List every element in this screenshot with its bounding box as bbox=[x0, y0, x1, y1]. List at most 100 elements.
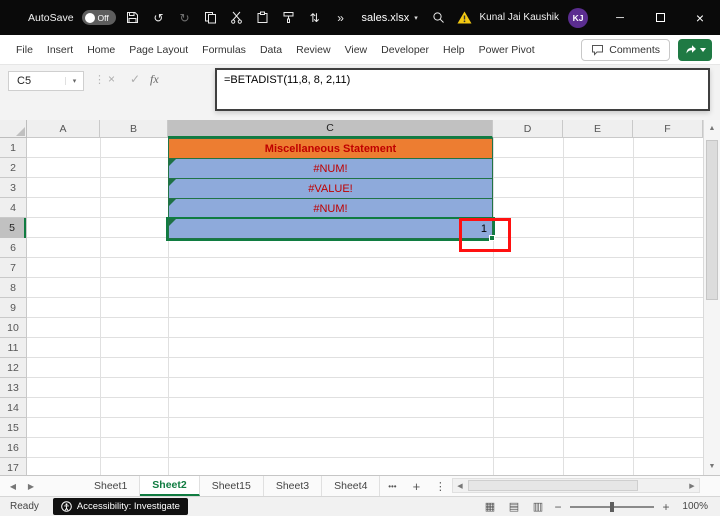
zoom-slider[interactable] bbox=[570, 501, 654, 512]
vertical-scrollbar-thumb[interactable] bbox=[706, 140, 718, 300]
excel-window: AutoSave Off ↺ ↻ ⇅ » sales.xlsx ▾ Kunal … bbox=[0, 0, 720, 516]
zoom-in-icon[interactable]: + bbox=[658, 500, 674, 514]
normal-view-icon[interactable]: ▦ bbox=[478, 500, 502, 513]
gridline-col-F bbox=[633, 138, 634, 475]
scroll-left-button[interactable]: ◀ bbox=[453, 479, 467, 492]
name-box[interactable]: C5 ▾ bbox=[8, 71, 84, 91]
zoom-out-icon[interactable]: − bbox=[550, 500, 566, 514]
enter-icon[interactable]: ✓ bbox=[130, 72, 140, 86]
scroll-up-button[interactable]: ▲ bbox=[704, 120, 720, 137]
row-header-8[interactable]: 8 bbox=[0, 278, 26, 298]
row-header-5[interactable]: 5 bbox=[0, 218, 26, 238]
row-header-6[interactable]: 6 bbox=[0, 238, 26, 258]
row-header-11[interactable]: 11 bbox=[0, 338, 26, 358]
more-sheets-icon[interactable]: ••• bbox=[380, 482, 404, 491]
horizontal-scrollbar-thumb[interactable] bbox=[468, 480, 638, 491]
tab-page-layout[interactable]: Page Layout bbox=[129, 44, 188, 56]
row-header-9[interactable]: 9 bbox=[0, 298, 26, 318]
zoom-level-label[interactable]: 100% bbox=[674, 501, 720, 512]
row-header-15[interactable]: 15 bbox=[0, 418, 26, 438]
tab-file[interactable]: File bbox=[16, 44, 33, 56]
page-layout-view-icon[interactable]: ▤ bbox=[502, 500, 526, 513]
row-header-17[interactable]: 17 bbox=[0, 458, 26, 475]
tab-home[interactable]: Home bbox=[87, 44, 115, 56]
row-header-13[interactable]: 13 bbox=[0, 378, 26, 398]
document-title[interactable]: sales.xlsx bbox=[362, 12, 410, 24]
vertical-scrollbar[interactable]: ▲ ▼ bbox=[703, 120, 720, 475]
sheet-tab-sheet3[interactable]: Sheet3 bbox=[264, 476, 323, 496]
cell-C2[interactable]: #NUM! bbox=[168, 158, 493, 179]
page-break-view-icon[interactable]: ▥ bbox=[526, 500, 550, 513]
column-header-E[interactable]: E bbox=[563, 120, 633, 138]
cells-area[interactable]: Miscellaneous Statement #NUM! #VALUE! #N… bbox=[27, 138, 703, 475]
insert-function-icon[interactable]: fx bbox=[150, 72, 159, 87]
row-header-10[interactable]: 10 bbox=[0, 318, 26, 338]
share-button[interactable] bbox=[678, 38, 712, 61]
select-all-corner[interactable] bbox=[0, 120, 27, 138]
title-chevron-down-icon[interactable]: ▾ bbox=[414, 14, 418, 22]
column-header-D[interactable]: D bbox=[493, 120, 563, 138]
save-button[interactable] bbox=[124, 9, 142, 27]
tab-review[interactable]: Review bbox=[296, 44, 330, 56]
search-button[interactable] bbox=[430, 9, 448, 27]
sheet-tab-sheet1[interactable]: Sheet1 bbox=[82, 476, 141, 496]
user-name[interactable]: Kunal Jai Kaushik bbox=[480, 12, 560, 23]
redo-icon: ↻ bbox=[179, 10, 190, 25]
column-header-A[interactable]: A bbox=[27, 120, 100, 138]
format-painter-button[interactable] bbox=[280, 9, 298, 27]
tab-insert[interactable]: Insert bbox=[47, 44, 73, 56]
tab-view[interactable]: View bbox=[345, 44, 368, 56]
row-header-16[interactable]: 16 bbox=[0, 438, 26, 458]
sheet-nav-left-icon[interactable]: ◀ bbox=[4, 482, 22, 491]
qat-overflow-button[interactable]: » bbox=[332, 9, 350, 27]
horizontal-scrollbar[interactable]: ◀ ▶ bbox=[452, 478, 700, 493]
row-header-12[interactable]: 12 bbox=[0, 358, 26, 378]
sheet-tab-sheet2[interactable]: Sheet2 bbox=[140, 476, 200, 496]
cut-button[interactable] bbox=[228, 9, 246, 27]
row-header-2[interactable]: 2 bbox=[0, 158, 26, 178]
tab-developer[interactable]: Developer bbox=[381, 44, 429, 56]
column-header-C[interactable]: C bbox=[168, 120, 493, 138]
scroll-right-button[interactable]: ▶ bbox=[685, 479, 699, 492]
avatar[interactable]: KJ bbox=[568, 7, 588, 28]
cell-C1[interactable]: Miscellaneous Statement bbox=[168, 138, 493, 159]
tab-data[interactable]: Data bbox=[260, 44, 282, 56]
fill-handle[interactable] bbox=[489, 235, 495, 241]
cancel-icon[interactable]: × bbox=[108, 72, 115, 86]
sheet-nav-right-icon[interactable]: ▶ bbox=[22, 482, 40, 491]
warning-icon bbox=[457, 11, 471, 24]
cell-C5[interactable]: 1 bbox=[168, 218, 493, 239]
tab-help[interactable]: Help bbox=[443, 44, 465, 56]
minimize-button[interactable]: ─ bbox=[612, 10, 628, 26]
accessibility-status[interactable]: Accessibility: Investigate bbox=[52, 498, 188, 515]
redo-button[interactable]: ↻ bbox=[176, 9, 194, 27]
sheet-tab-sheet15[interactable]: Sheet15 bbox=[200, 476, 264, 496]
row-header-14[interactable]: 14 bbox=[0, 398, 26, 418]
close-button[interactable]: × bbox=[692, 10, 708, 26]
paste-button[interactable] bbox=[254, 9, 272, 27]
sort-button[interactable]: ⇅ bbox=[306, 9, 324, 27]
name-box-chevron-down-icon[interactable]: ▾ bbox=[65, 77, 83, 85]
formula-input[interactable]: =BETADIST(11,8, 8, 2,11) bbox=[215, 68, 710, 111]
column-header-F[interactable]: F bbox=[633, 120, 703, 138]
maximize-button[interactable] bbox=[652, 10, 668, 26]
scroll-down-button[interactable]: ▼ bbox=[704, 458, 720, 475]
undo-button[interactable]: ↺ bbox=[150, 9, 168, 27]
new-sheet-button[interactable]: + bbox=[404, 479, 428, 494]
cell-C4[interactable]: #NUM! bbox=[168, 198, 493, 219]
copy-button[interactable] bbox=[202, 9, 220, 27]
tab-formulas[interactable]: Formulas bbox=[202, 44, 246, 56]
row-header-1[interactable]: 1 bbox=[0, 138, 26, 158]
tab-power-pivot[interactable]: Power Pivot bbox=[479, 44, 535, 56]
comments-button[interactable]: Comments bbox=[581, 38, 670, 61]
row-header-7[interactable]: 7 bbox=[0, 258, 26, 278]
zoom-slider-thumb[interactable] bbox=[610, 501, 614, 512]
row-header-4[interactable]: 4 bbox=[0, 198, 26, 218]
column-header-B[interactable]: B bbox=[100, 120, 168, 138]
row-header-3[interactable]: 3 bbox=[0, 178, 26, 198]
alert-indicator[interactable] bbox=[457, 11, 472, 24]
sheet-menu-icon[interactable]: ⋮ bbox=[428, 480, 452, 493]
sheet-tab-sheet4[interactable]: Sheet4 bbox=[322, 476, 381, 496]
cell-C3[interactable]: #VALUE! bbox=[168, 178, 493, 199]
autosave-toggle[interactable]: Off bbox=[81, 10, 116, 25]
